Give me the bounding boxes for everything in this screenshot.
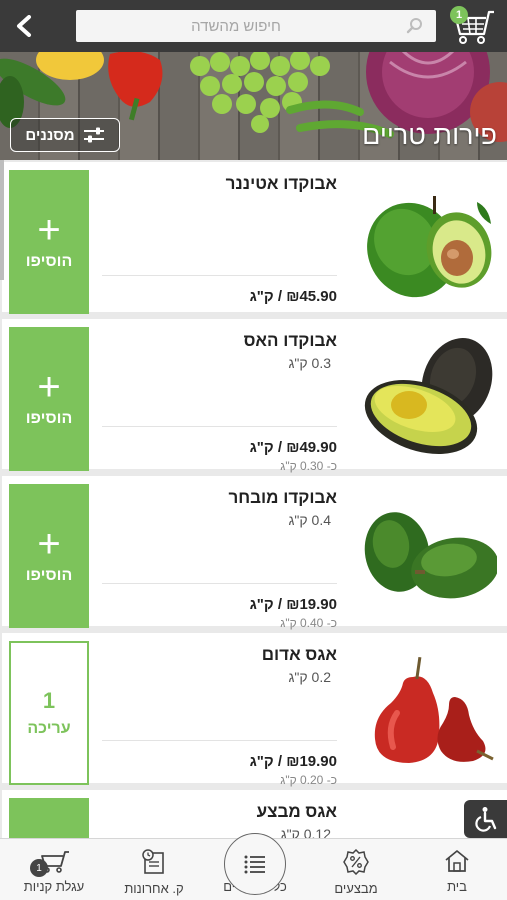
product-price: ₪19.90 / ק"ג — [249, 596, 337, 613]
add-to-cart-button[interactable]: + — [9, 798, 89, 838]
product-name: אבוקדו מובחר — [228, 488, 337, 507]
product-name: אבוקדו האס — [243, 331, 337, 350]
plus-icon: + — [37, 522, 61, 566]
add-button-label: הוסיפו — [25, 253, 73, 270]
product-item[interactable]: 1 עריכה אגס אדום 0.2 ק"ג ₪19.90 / ק"ג כ-… — [2, 633, 507, 787]
cart-button[interactable]: 1 — [448, 6, 498, 46]
sliders-icon — [83, 127, 104, 143]
product-unit: 0.4 ק"ג — [288, 512, 331, 528]
product-name: אגס מבצע — [256, 802, 337, 821]
add-to-cart-button[interactable]: + הוסיפו — [9, 170, 89, 314]
top-bar: 1 — [0, 0, 507, 52]
product-item[interactable]: + אגס מבצע 0.12 ק"ג — [2, 790, 507, 838]
search-input[interactable] — [76, 10, 436, 42]
wheelchair-icon — [474, 807, 496, 832]
chevron-left-icon — [17, 15, 31, 37]
product-unit: 0.2 ק"ג — [288, 669, 331, 685]
cart-count-badge: 1 — [450, 6, 468, 24]
search-bar — [76, 10, 436, 42]
receipt-clock-icon — [142, 849, 164, 874]
divider — [102, 740, 337, 741]
add-to-cart-button[interactable]: + הוסיפו — [9, 327, 89, 471]
nav-home[interactable]: בית — [407, 849, 507, 894]
product-per-unit: כ- 0.40 ק"ג — [280, 616, 337, 630]
filters-label: מסננים — [25, 126, 75, 144]
divider — [102, 275, 337, 276]
product-item[interactable]: + הוסיפו אבוקדו אטיננר ₪45.90 / ק"ג — [2, 162, 507, 314]
nav-recent-label: ק. אחרונות — [124, 881, 184, 896]
product-price: ₪49.90 / ק"ג — [249, 439, 337, 456]
add-button-label: הוסיפו — [25, 410, 73, 427]
edit-button-label: עריכה — [27, 720, 71, 737]
plus-icon: + — [37, 365, 61, 409]
divider — [102, 426, 337, 427]
nav-recent-purchases[interactable]: ק. אחרונות — [104, 849, 204, 896]
back-button[interactable] — [10, 12, 38, 40]
avocado-ettinger-image — [367, 196, 492, 298]
product-price: ₪45.90 / ק"ג — [249, 288, 337, 305]
nav-cart-label: עגלת קניות — [23, 879, 85, 894]
product-unit: 0.12 ק"ג — [280, 826, 331, 838]
edit-quantity-button[interactable]: 1 עריכה — [9, 641, 89, 785]
product-item[interactable]: + הוסיפו אבוקדו האס 0.3 ק"ג ₪49.90 / ק"ג… — [2, 319, 507, 473]
bottom-navigation: עגלת קניות 1 ק. אחרונות כל המוצרים — [0, 833, 507, 900]
avocado-choice-image — [364, 512, 497, 599]
plus-icon: + — [37, 208, 61, 252]
scroll-indicator[interactable] — [0, 160, 4, 280]
category-title: פירות טריים — [362, 120, 497, 150]
list-icon — [244, 855, 265, 874]
nav-home-label: בית — [447, 879, 467, 894]
product-name: אגס אדום — [261, 645, 337, 664]
add-button-label: הוסיפו — [25, 567, 73, 584]
nav-deals-label: מבצעים — [334, 881, 378, 896]
product-price: ₪19.90 / ק"ג — [249, 753, 337, 770]
nav-deals[interactable]: מבצעים — [306, 849, 406, 896]
divider — [102, 583, 337, 584]
accessibility-button[interactable] — [464, 800, 507, 838]
avocado-hass-image — [364, 338, 493, 454]
filters-button[interactable]: מסננים — [10, 118, 120, 152]
nav-all-products[interactable]: כל המוצרים — [205, 833, 305, 895]
product-item[interactable]: + הוסיפו אבוקדו מובחר 0.4 ק"ג ₪19.90 / ק… — [2, 476, 507, 630]
add-to-cart-button[interactable]: + הוסיפו — [9, 484, 89, 628]
product-name: אבוקדו אטיננר — [225, 174, 337, 193]
all-products-circle — [224, 833, 286, 895]
search-icon — [406, 18, 422, 34]
home-icon — [445, 850, 469, 872]
product-per-unit: כ- 0.30 ק"ג — [280, 459, 337, 473]
cart-quantity: 1 — [42, 688, 56, 713]
percent-badge-icon — [343, 849, 369, 875]
product-per-unit: כ- 0.20 ק"ג — [280, 773, 337, 787]
product-unit: 0.3 ק"ג — [288, 355, 331, 371]
nav-cart-badge: 1 — [30, 859, 48, 877]
nav-cart[interactable]: עגלת קניות 1 — [4, 849, 104, 894]
red-pear-image — [374, 656, 494, 763]
product-list[interactable]: + הוסיפו אבוקדו אטיננר ₪45.90 / ק"ג + הו… — [0, 160, 507, 838]
